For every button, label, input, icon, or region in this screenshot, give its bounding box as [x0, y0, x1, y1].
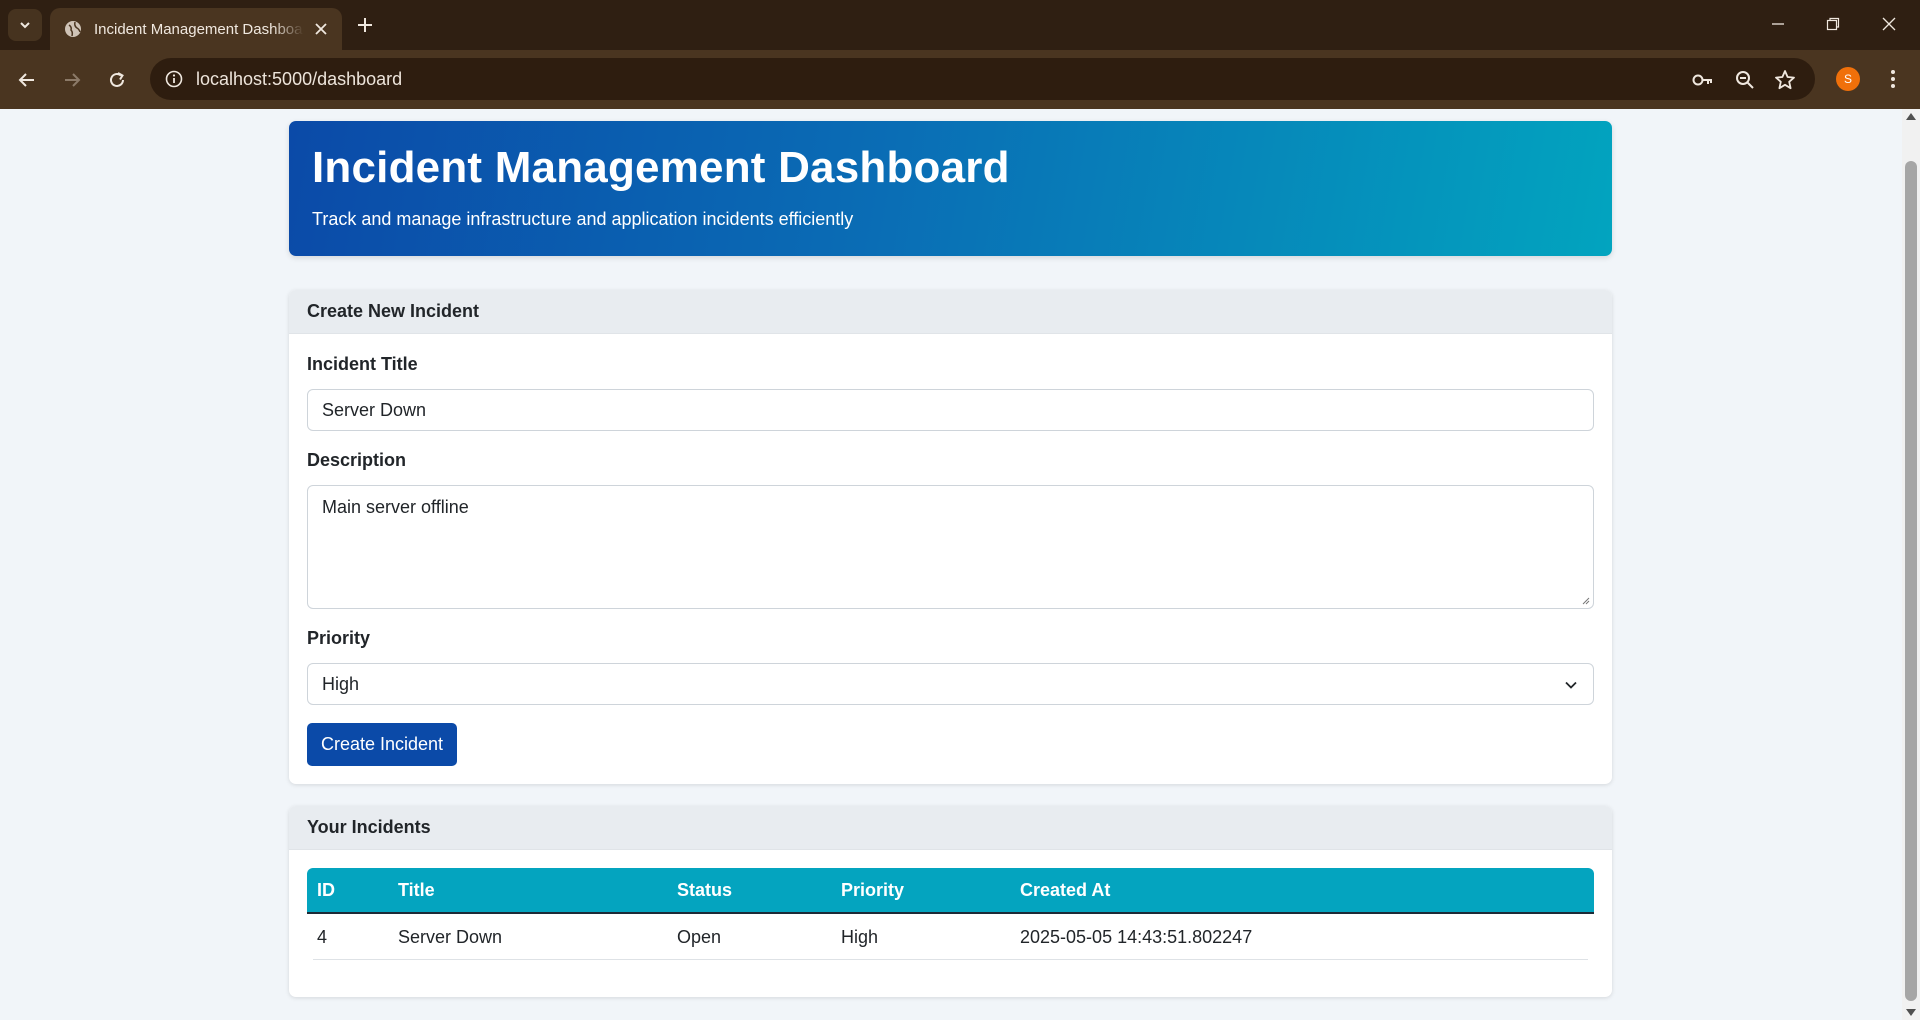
column-header-id: ID [317, 880, 335, 900]
table-row: 4 Server Down Open High 2025-05-05 14:43… [313, 914, 1588, 960]
browser-tab-strip: Incident Management Dashboard [0, 0, 1920, 50]
description-text: Main server offline [322, 497, 469, 517]
incidents-table: ID Title Status Priority Created At 4 Se… [307, 868, 1594, 960]
incidents-heading: Your Incidents [289, 806, 1612, 850]
close-icon [1882, 17, 1896, 31]
scrollbar-thumb[interactable] [1905, 161, 1917, 1001]
zoom-icon[interactable] [1732, 67, 1758, 93]
browser-toolbar: localhost:5000/dashboard S [0, 50, 1920, 109]
close-icon[interactable] [312, 20, 330, 38]
incident-title-label: Incident Title [307, 354, 418, 374]
page-scrollbar[interactable] [1902, 109, 1920, 1020]
address-bar[interactable]: localhost:5000/dashboard [150, 58, 1815, 100]
plus-icon [358, 18, 372, 32]
column-header-priority: Priority [841, 880, 905, 900]
scroll-up-arrow-icon[interactable] [1906, 113, 1916, 120]
browser-tab[interactable]: Incident Management Dashboard [50, 8, 342, 50]
cell-id: 4 [317, 927, 328, 947]
table-header-row: ID Title Status Priority Created At [307, 868, 1594, 914]
tab-title: Incident Management Dashboard [94, 20, 304, 38]
create-incident-heading: Create New Incident [289, 290, 1612, 334]
cell-priority: High [841, 927, 879, 947]
chevron-down-icon [1565, 681, 1577, 689]
arrow-left-icon [18, 73, 34, 87]
forward-button[interactable] [56, 64, 88, 96]
description-textarea[interactable]: Main server offline [307, 485, 1594, 609]
restore-button[interactable] [1811, 8, 1855, 40]
resize-grip-icon[interactable] [1580, 595, 1590, 605]
cell-status: Open [677, 927, 722, 947]
reload-icon [110, 72, 124, 87]
back-button[interactable] [11, 64, 43, 96]
browser-menu-button[interactable] [1880, 65, 1906, 93]
minimize-button[interactable] [1756, 8, 1800, 40]
column-header-status: Status [677, 880, 733, 900]
dashboard-header: Incident Management Dashboard Track and … [289, 121, 1612, 256]
create-incident-button[interactable]: Create Incident [307, 723, 457, 766]
incidents-card: Your Incidents ID Title Status Priority … [289, 806, 1612, 997]
restore-icon [1826, 17, 1840, 31]
priority-selected-value: High [322, 674, 360, 694]
scroll-down-arrow-icon[interactable] [1906, 1009, 1916, 1016]
description-label: Description [307, 450, 407, 470]
reload-button[interactable] [101, 64, 133, 96]
tab-search-button[interactable] [8, 9, 42, 41]
arrow-right-icon [65, 73, 81, 87]
priority-select[interactable]: High [307, 663, 1594, 705]
cell-title: Server Down [398, 927, 503, 947]
page-title: Incident Management Dashboard [312, 143, 1010, 192]
column-header-title: Title [398, 880, 435, 900]
window-close-button[interactable] [1867, 8, 1911, 40]
new-tab-button[interactable] [352, 12, 378, 38]
profile-avatar[interactable]: S [1836, 67, 1860, 91]
priority-label: Priority [307, 628, 371, 648]
url-text: localhost:5000/dashboard [196, 69, 403, 89]
star-icon[interactable] [1772, 67, 1798, 93]
cell-created-at: 2025-05-05 14:43:51.802247 [1020, 927, 1253, 947]
globe-icon [65, 21, 81, 37]
site-info-button[interactable] [160, 65, 188, 93]
page-viewport: Incident Management Dashboard Track and … [0, 109, 1902, 1020]
page-subtitle: Track and manage infrastructure and appl… [312, 209, 854, 229]
column-header-created-at: Created At [1020, 880, 1111, 900]
chevron-down-icon [20, 22, 30, 29]
more-vertical-icon [1891, 70, 1895, 88]
create-incident-card: Create New Incident Incident Title Serve… [289, 290, 1612, 784]
minimize-icon [1772, 23, 1784, 25]
info-icon [165, 70, 183, 88]
incident-title-input[interactable]: Server Down [307, 389, 1594, 431]
key-icon[interactable] [1690, 67, 1716, 93]
